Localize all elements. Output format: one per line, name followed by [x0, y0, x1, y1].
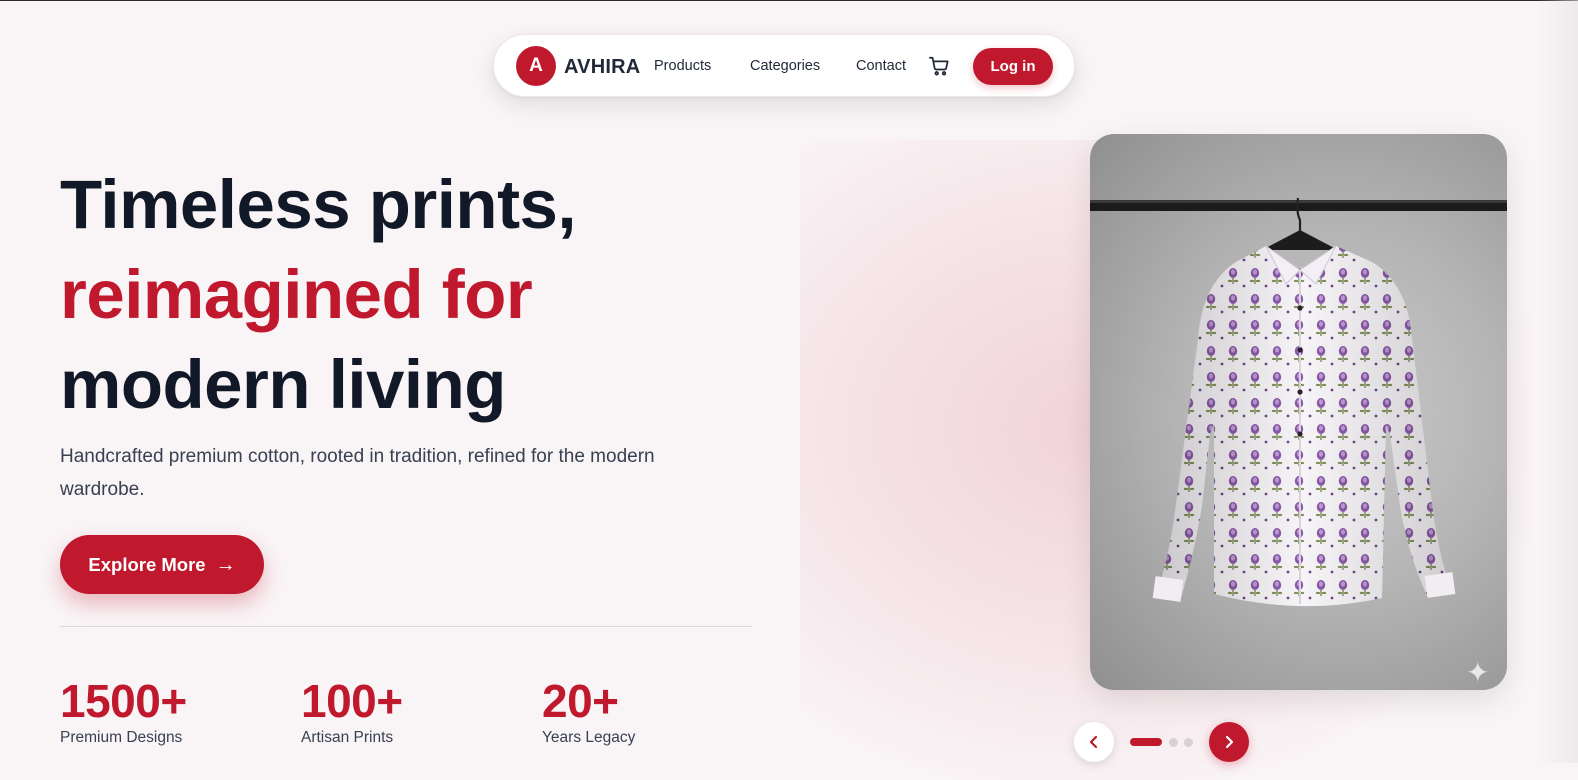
- nav-link-categories[interactable]: Categories: [750, 58, 820, 74]
- carousel-dot-active[interactable]: [1130, 738, 1162, 746]
- chevron-left-icon: [1089, 735, 1098, 749]
- top-border: [0, 0, 1578, 1]
- stat-label: Artisan Prints: [301, 729, 394, 746]
- carousel-dot[interactable]: [1184, 738, 1193, 747]
- stat-label: Premium Designs: [60, 729, 183, 746]
- stat-value: 20+: [542, 675, 619, 727]
- hero-title-line-2: reimagined for: [60, 256, 533, 333]
- scrollbar-edge: [1538, 0, 1578, 763]
- chevron-right-icon: [1225, 735, 1234, 749]
- sparkle-icon: ✦: [1466, 657, 1490, 688]
- cart-icon[interactable]: [928, 55, 950, 77]
- carousel-next-button[interactable]: [1209, 722, 1249, 762]
- hero-title-line-1: Timeless prints,: [60, 166, 577, 243]
- nav-link-products[interactable]: Products: [654, 58, 711, 74]
- hero-title: Timeless prints, reimagined for modern l…: [60, 160, 577, 430]
- logo-badge[interactable]: A: [516, 46, 556, 86]
- stat-value: 100+: [301, 675, 403, 727]
- explore-more-button[interactable]: Explore More →: [60, 535, 264, 594]
- stat-value: 1500+: [60, 675, 187, 727]
- hero-title-line-3: modern living: [60, 346, 506, 423]
- login-button[interactable]: Log in: [973, 48, 1053, 85]
- brand-name[interactable]: AVHIRA: [564, 56, 640, 79]
- shirt-image: [1090, 197, 1507, 607]
- stat-artisan-prints: 100+ Artisan Prints: [301, 672, 403, 747]
- stat-years-legacy: 20+ Years Legacy: [542, 672, 635, 747]
- stat-premium-designs: 1500+ Premium Designs: [60, 672, 187, 747]
- carousel-dot[interactable]: [1169, 738, 1178, 747]
- navbar: A AVHIRA Products Categories Contact Log…: [493, 34, 1075, 97]
- arrow-right-icon: →: [215, 553, 236, 576]
- explore-more-label: Explore More: [88, 553, 206, 575]
- stats-divider: [60, 626, 752, 627]
- nav-link-contact[interactable]: Contact: [856, 58, 906, 74]
- stat-label: Years Legacy: [542, 729, 636, 746]
- carousel-prev-button[interactable]: [1074, 722, 1114, 762]
- product-image-card[interactable]: ✦: [1090, 134, 1507, 690]
- hero-subtitle: Handcrafted premium cotton, rooted in tr…: [60, 446, 655, 500]
